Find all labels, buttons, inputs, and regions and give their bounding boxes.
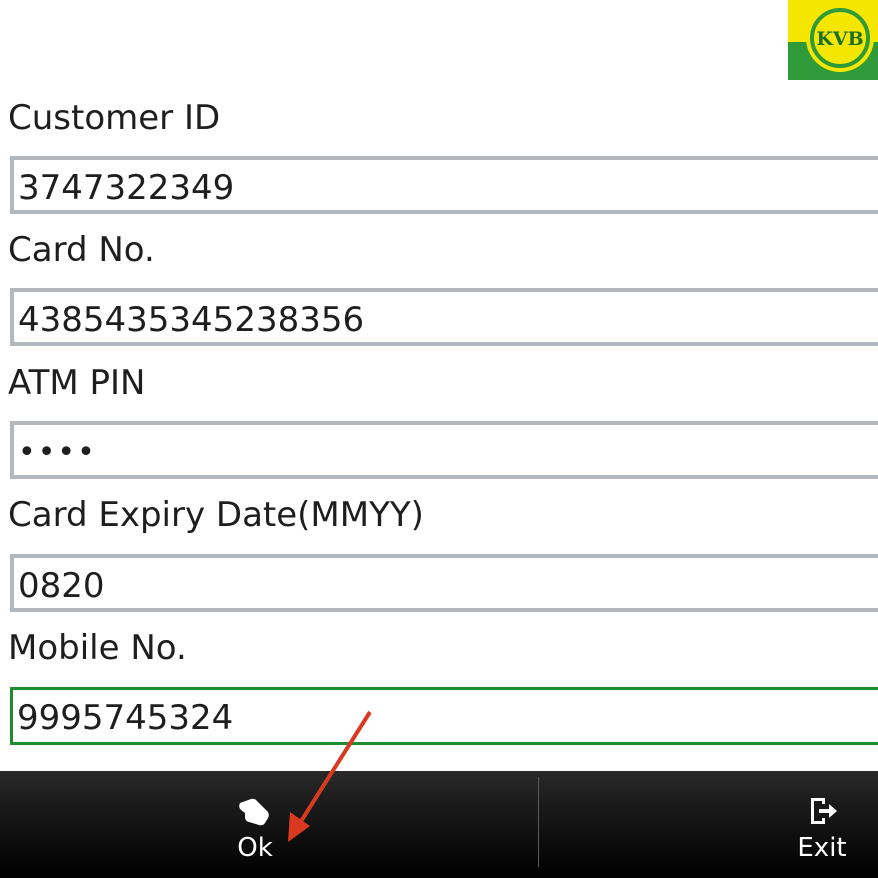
ok-button[interactable]: Ok [200, 771, 310, 878]
atm-pin-field[interactable]: •••• [10, 421, 878, 479]
exit-label: Exit [797, 833, 847, 863]
kvb-registration-screen: KVB Customer ID 3747322349 Card No. 4385… [0, 0, 878, 878]
ok-label: Ok [237, 833, 273, 863]
kvb-logo: KVB [788, 0, 878, 80]
card-no-field[interactable]: 4385435345238356 [10, 288, 878, 346]
exit-button[interactable]: Exit [772, 771, 872, 878]
bar-divider [538, 777, 539, 867]
card-no-label: Card No. [8, 230, 155, 270]
card-expiry-field[interactable]: 0820 [10, 554, 878, 612]
customer-id-field[interactable]: 3747322349 [10, 156, 878, 214]
exit-icon [802, 793, 842, 829]
hand-pointer-icon [235, 793, 275, 829]
logo-text: KVB [816, 28, 863, 50]
mobile-no-label: Mobile No. [8, 628, 187, 668]
bottom-action-bar: Ok Exit [0, 771, 878, 878]
customer-id-label: Customer ID [8, 98, 221, 138]
atm-pin-label: ATM PIN [8, 363, 146, 403]
mobile-no-field[interactable]: 9995745324 [10, 687, 878, 745]
card-expiry-label: Card Expiry Date(MMYY) [8, 495, 424, 535]
